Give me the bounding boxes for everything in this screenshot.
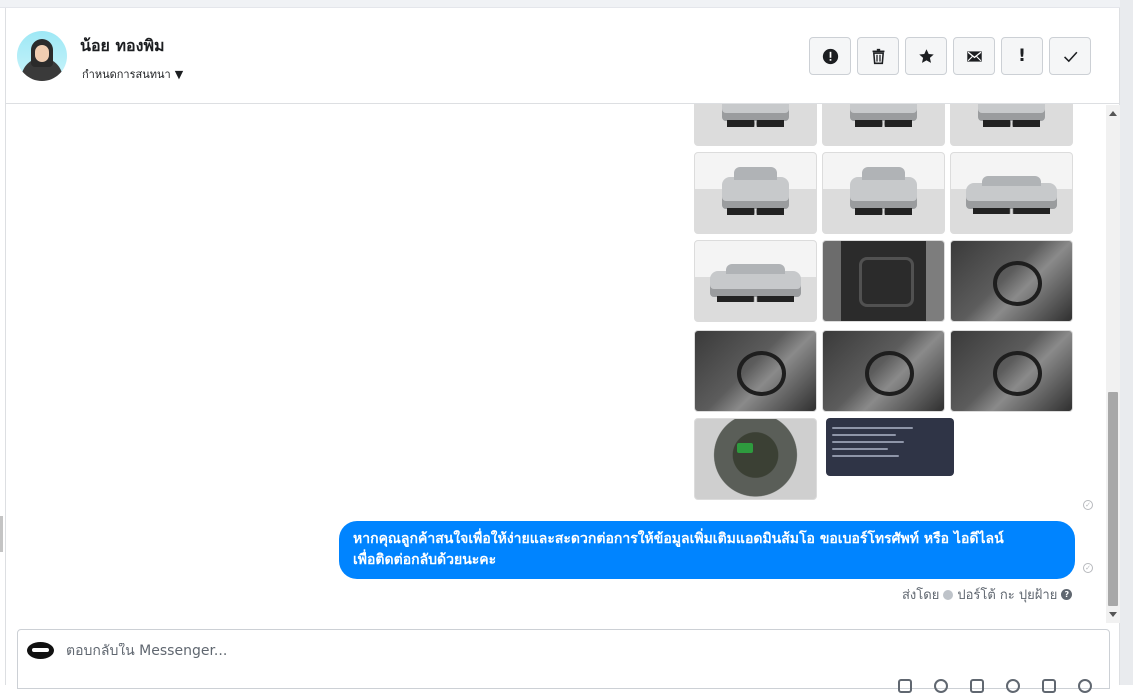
- scroll-down-arrow-icon[interactable]: [1109, 612, 1117, 617]
- attachment-image[interactable]: [694, 330, 817, 412]
- reply-input[interactable]: [66, 643, 966, 659]
- window-edge: [1120, 0, 1133, 685]
- seen-check-icon: ✓: [1083, 563, 1093, 573]
- reply-composer: [17, 629, 1110, 693]
- sent-by-label: ส่งโดย: [902, 588, 940, 603]
- emoji-icon[interactable]: [1006, 679, 1020, 693]
- attachment-image[interactable]: [694, 152, 817, 234]
- attachment-image[interactable]: [822, 104, 945, 146]
- header-actions: !: [809, 37, 1091, 75]
- attachment-image[interactable]: [950, 240, 1073, 322]
- trash-icon: [872, 48, 884, 64]
- help-icon[interactable]: ?: [1061, 589, 1073, 600]
- attachment-document[interactable]: [826, 418, 954, 476]
- page-logo-avatar: [27, 642, 54, 659]
- message-bubble[interactable]: หากคุณลูกค้าสนใจเพื่อให้ง่ายและสะดวกต่อก…: [339, 521, 1075, 579]
- image-icon[interactable]: [970, 679, 984, 693]
- message-text-line1: หากคุณลูกค้าสนใจเพื่อให้ง่ายและสะดวกต่อก…: [353, 531, 1004, 547]
- gif-icon[interactable]: [1042, 679, 1056, 693]
- alert-circle-icon: [822, 48, 838, 64]
- scroll-thumb[interactable]: [1108, 392, 1118, 606]
- attachment-image[interactable]: [950, 330, 1073, 412]
- caret-down-icon: ▼: [174, 67, 184, 81]
- attachment-grid: [694, 104, 1074, 506]
- sender-name[interactable]: ปอร์โต้ กะ ปุยฝ้าย: [957, 584, 1057, 605]
- assign-label: กำหนดการสนทนา: [82, 68, 171, 81]
- exclamation-icon: !: [1018, 46, 1026, 66]
- attachment-image[interactable]: [694, 104, 817, 146]
- contact-name[interactable]: น้อย ทองพิม: [80, 34, 165, 59]
- spam-button[interactable]: [809, 37, 851, 75]
- star-icon: [918, 48, 934, 63]
- follow-up-button[interactable]: !: [1001, 37, 1043, 75]
- message-text-line2: เพื่อติดต่อกลับด้วยนะคะ: [353, 552, 497, 568]
- seen-check-icon: ✓: [1083, 500, 1093, 510]
- message-thread[interactable]: ✓ หากคุณลูกค้าสนใจเพื่อให้ง่ายและสะดวกต่…: [6, 104, 1106, 624]
- scroll-up-arrow-icon[interactable]: [1109, 111, 1117, 116]
- star-button[interactable]: [905, 37, 947, 75]
- attachment-image[interactable]: [694, 240, 817, 322]
- attachment-image[interactable]: [822, 240, 945, 322]
- attachment-image[interactable]: [822, 330, 945, 412]
- envelope-icon: [966, 50, 982, 62]
- contact-avatar[interactable]: [17, 31, 67, 81]
- conversation-panel: น้อย ทองพิม กำหนดการสนทนา ▼ ! ✓ หากคุณลู…: [5, 8, 1120, 693]
- add-icon[interactable]: [898, 679, 912, 693]
- thread-scrollbar[interactable]: [1106, 105, 1120, 623]
- sent-by-info: ส่งโดย ปอร์โต้ กะ ปุยฝ้าย ?: [902, 584, 1073, 605]
- done-button[interactable]: [1049, 37, 1091, 75]
- conversation-header: น้อย ทองพิม กำหนดการสนทนา ▼ !: [6, 8, 1119, 104]
- avatar-face: [35, 45, 49, 62]
- top-bar: [0, 0, 1133, 8]
- verified-icon: [943, 589, 954, 600]
- attachment-image[interactable]: [950, 104, 1073, 146]
- check-icon: [1063, 51, 1077, 62]
- like-icon[interactable]: [1078, 679, 1092, 693]
- unread-button[interactable]: [953, 37, 995, 75]
- delete-button[interactable]: [857, 37, 899, 75]
- attach-icon[interactable]: [934, 679, 948, 693]
- left-edge-handle: [0, 516, 3, 552]
- composer-tools: [898, 679, 1092, 693]
- attachment-image[interactable]: [950, 152, 1073, 234]
- attachment-image[interactable]: [694, 418, 817, 500]
- assign-conversation-dropdown[interactable]: กำหนดการสนทนา ▼: [82, 65, 183, 83]
- attachment-image[interactable]: [822, 152, 945, 234]
